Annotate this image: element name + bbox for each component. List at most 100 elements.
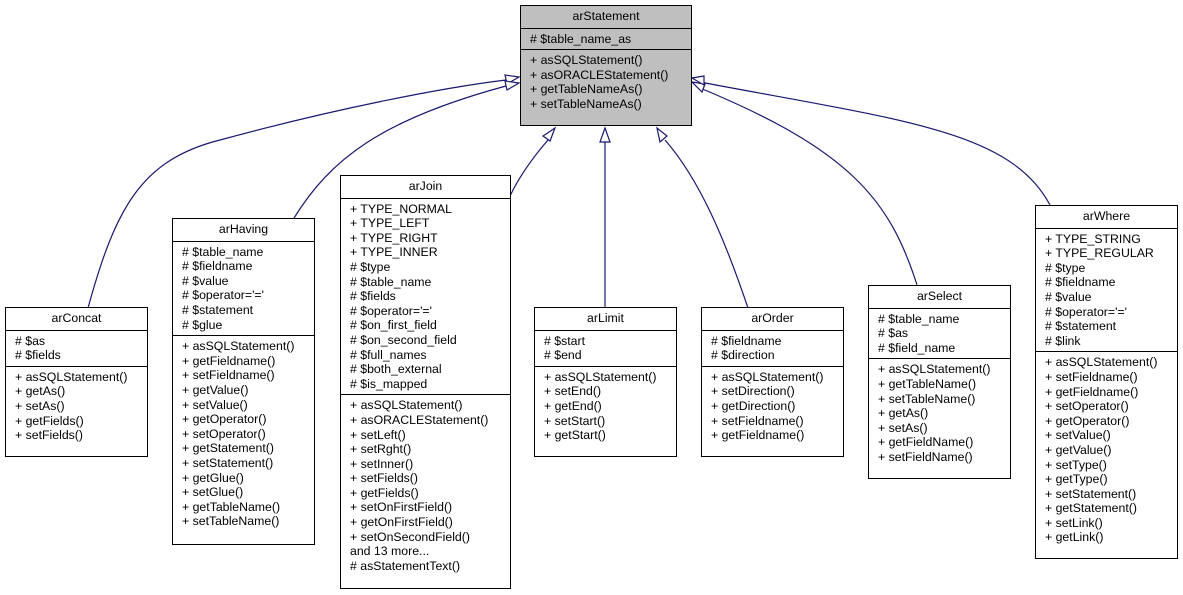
method: + setAs()	[878, 420, 928, 435]
attribute: # $as	[15, 333, 46, 348]
attribute: # $table_name_as	[530, 31, 632, 46]
arrowhead-arJoin	[541, 126, 557, 142]
arrowhead-arHaving	[504, 80, 521, 91]
method: + asSQLStatement()	[182, 339, 295, 354]
method: + getAs()	[15, 384, 66, 399]
attribute: # $fieldname	[711, 333, 782, 348]
method: + getStatement()	[1045, 501, 1137, 516]
method: + setFields()	[350, 471, 418, 486]
more-members-link[interactable]: and 13 more...	[350, 544, 510, 559]
method: + setFieldname()	[711, 413, 804, 428]
attribute: # $table_name	[350, 274, 432, 289]
methods-section: + asSQLStatement() + setDirection() + ge…	[702, 365, 843, 446]
attribute: # $glue	[182, 317, 223, 332]
method: + getDirection()	[711, 398, 796, 413]
attribute: # $value	[1045, 289, 1092, 304]
method: + setLink()	[1045, 515, 1103, 530]
attribute: # $direction	[711, 348, 775, 363]
attribute: + TYPE_STRING	[1045, 231, 1141, 246]
method: + asSQLStatement()	[544, 369, 657, 384]
methods-section: + asSQLStatement() + setFieldname() + ge…	[1036, 351, 1177, 548]
class-node-arOrder[interactable]: arOrder # $fieldname # $direction + asSQ…	[701, 307, 844, 457]
attribute: # $field_name	[878, 340, 956, 355]
class-node-arLimit[interactable]: arLimit # $start # $end + asSQLStatement…	[534, 307, 677, 457]
method: + setEnd()	[544, 384, 602, 399]
attributes-section: + TYPE_STRING + TYPE_REGULAR # $type # $…	[1036, 229, 1177, 352]
class-node-arConcat[interactable]: arConcat # $as # $fields + asSQLStatemen…	[5, 307, 148, 457]
methods-section: + asSQLStatement() + setEnd() + getEnd()…	[535, 365, 676, 446]
attributes-section: # $table_name # $fieldname # $value # $o…	[173, 242, 314, 336]
method: + getStart()	[544, 428, 606, 443]
method: + getFieldname()	[711, 428, 805, 443]
method: + setOnSecondField()	[350, 529, 470, 544]
method: + asSQLStatement()	[15, 369, 128, 384]
class-node-arHaving[interactable]: arHaving # $table_name # $fieldname # $v…	[172, 218, 315, 545]
attribute: # $fields	[15, 348, 61, 363]
method: + setFieldName()	[878, 449, 973, 464]
attribute: # $table_name	[878, 311, 960, 326]
attribute: # $type	[1045, 260, 1086, 275]
edge-arWhere-to-arStatement	[699, 81, 1051, 206]
method: + setDirection()	[711, 384, 795, 399]
class-node-arSelect[interactable]: arSelect # $table_name # $as # $field_na…	[868, 285, 1011, 479]
class-node-arJoin[interactable]: arJoin + TYPE_NORMAL + TYPE_LEFT + TYPE_…	[340, 175, 511, 589]
class-name: arOrder	[702, 308, 843, 331]
attribute: + TYPE_RIGHT	[350, 230, 438, 245]
method: + getFields()	[15, 413, 84, 428]
attribute: + TYPE_INNER	[350, 245, 438, 260]
method: + setTableName()	[878, 391, 976, 406]
attributes-section: # $fieldname # $direction	[702, 331, 843, 366]
attribute: # $on_second_field	[350, 332, 457, 347]
method: + setOperator()	[1045, 399, 1129, 414]
attributes-section: # $table_name_as	[521, 29, 691, 50]
method: + getOnFirstField()	[350, 515, 453, 530]
class-node-arWhere[interactable]: arWhere + TYPE_STRING + TYPE_REGULAR # $…	[1035, 205, 1178, 559]
method: + setGlue()	[182, 485, 244, 500]
attribute: # $fieldname	[1045, 275, 1116, 290]
method: + asSQLStatement()	[350, 398, 463, 413]
method: + setRght()	[350, 442, 412, 457]
attribute: # $operator='='	[1045, 304, 1127, 319]
method: + asSQLStatement()	[878, 362, 991, 377]
method: + asSQLStatement()	[711, 369, 824, 384]
method: + getLink()	[1045, 530, 1104, 545]
edge-arOrder-to-arStatement	[664, 139, 749, 309]
methods-section: + asSQLStatement() + asORACLEStatement()…	[521, 49, 691, 114]
method: + setOperator()	[182, 426, 266, 441]
attribute: # $statement	[182, 302, 254, 317]
method: + getFields()	[350, 485, 419, 500]
method: + setStatement()	[182, 455, 274, 470]
attribute: # $fields	[350, 289, 396, 304]
attribute: # $link	[1045, 333, 1081, 348]
class-name: arConcat	[6, 308, 147, 331]
method: + setTableName()	[182, 514, 280, 529]
method: + getFieldname()	[1045, 384, 1139, 399]
method: + getOperator()	[1045, 413, 1130, 428]
method: + getStatement()	[182, 441, 274, 456]
method: + setTableNameAs()	[530, 96, 642, 111]
attribute: # $operator='='	[350, 303, 432, 318]
method: + asORACLEStatement()	[350, 412, 489, 427]
methods-section: + asSQLStatement() + getAs() + setAs() +…	[6, 365, 147, 446]
method: + setInner()	[350, 456, 414, 471]
attribute: # $start	[544, 333, 586, 348]
method: + asSQLStatement()	[530, 53, 643, 68]
method: + setValue()	[182, 397, 248, 412]
attribute: + TYPE_NORMAL	[350, 201, 452, 216]
class-node-arStatement[interactable]: arStatement # $table_name_as + asSQLStat…	[520, 5, 692, 126]
attribute: # $value	[182, 273, 229, 288]
method: + setOnFirstField()	[350, 500, 453, 515]
edge-arJoin-to-arStatement	[509, 139, 549, 197]
arrowhead-arLimit	[599, 126, 611, 143]
method: + setLeft()	[350, 427, 406, 442]
attributes-section: # $as # $fields	[6, 331, 147, 366]
attribute: # $type	[350, 259, 391, 274]
attribute: # $end	[544, 348, 582, 363]
method: + setStart()	[544, 413, 606, 428]
attribute: + TYPE_LEFT	[350, 216, 430, 231]
method: + getOperator()	[182, 412, 267, 427]
method: + getValue()	[182, 382, 249, 397]
methods-section: + asSQLStatement() + asORACLEStatement()…	[341, 394, 510, 576]
class-name: arWhere	[1036, 206, 1177, 229]
method: + getTableName()	[182, 499, 281, 514]
